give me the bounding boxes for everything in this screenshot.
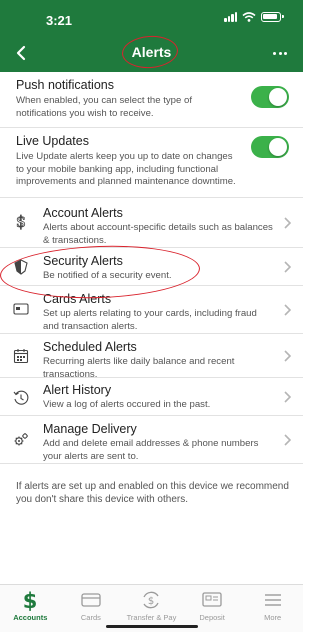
- chevron-right-icon: [284, 261, 291, 273]
- live-updates-row: Live Updates Live Update alerts keep you…: [0, 128, 303, 198]
- svg-text:$: $: [16, 212, 26, 230]
- nav-bar: Alerts: [0, 34, 303, 70]
- push-notifications-toggle[interactable]: [251, 86, 289, 108]
- tab-accounts[interactable]: $ Accounts: [0, 585, 61, 632]
- battery-icon: [261, 12, 284, 22]
- menu-item-manage-delivery[interactable]: Manage Delivery Add and delete email add…: [0, 416, 303, 464]
- chevron-right-icon: [284, 217, 291, 229]
- menu-item-title: Security Alerts: [43, 254, 123, 268]
- card-icon: [12, 300, 30, 318]
- tab-more[interactable]: More: [242, 585, 303, 632]
- signal-icon: [224, 12, 237, 22]
- svg-text:$: $: [148, 596, 154, 607]
- menu-item-desc: Set up alerts relating to your cards, in…: [43, 308, 257, 332]
- menu-item-alert-history[interactable]: Alert History View a log of alerts occur…: [0, 378, 303, 416]
- history-icon: [12, 389, 30, 407]
- status-icons: [224, 12, 284, 22]
- tab-label: Deposit: [199, 613, 225, 622]
- gears-icon: [12, 431, 30, 449]
- menu-item-title: Cards Alerts: [43, 292, 112, 306]
- calendar-icon: [12, 347, 30, 365]
- menu-item-scheduled-alerts[interactable]: Scheduled Alerts Recurring alerts like d…: [0, 334, 303, 380]
- chevron-right-icon: [284, 350, 291, 362]
- more-options-button[interactable]: [269, 42, 291, 64]
- menu-item-desc: Add and delete email addresses & phone n…: [43, 438, 259, 462]
- chevron-right-icon: [284, 304, 291, 316]
- app-header: 3:21 Alerts: [0, 0, 303, 72]
- menu-item-title: Manage Delivery: [43, 422, 137, 436]
- chevron-right-icon: [284, 391, 291, 403]
- live-updates-toggle[interactable]: [251, 136, 289, 158]
- menu-item-account-alerts[interactable]: $ Account Alerts Alerts about account-sp…: [0, 198, 303, 248]
- push-notifications-row: Push notifications When enabled, you can…: [0, 72, 303, 128]
- card-icon: [81, 589, 101, 611]
- tab-label: More: [264, 613, 282, 622]
- status-bar: 3:21: [0, 0, 303, 36]
- shield-icon: [12, 258, 30, 276]
- menu-item-security-alerts[interactable]: Security Alerts Be notified of a securit…: [0, 248, 303, 286]
- footer-note: If alerts are set up and enabled on this…: [16, 481, 289, 505]
- tab-label: Cards: [80, 613, 101, 622]
- home-indicator: [106, 625, 198, 628]
- dollar-icon: $: [22, 589, 38, 611]
- alerts-content: Push notifications When enabled, you can…: [0, 72, 303, 464]
- chevron-right-icon: [284, 434, 291, 446]
- menu-item-title: Scheduled Alerts: [43, 340, 137, 354]
- menu-item-title: Alert History: [43, 383, 112, 397]
- tab-label: Accounts: [13, 613, 48, 622]
- menu-item-desc: View a log of alerts occured in the past…: [43, 399, 211, 410]
- menu-item-desc: Be notified of a security event.: [43, 270, 172, 281]
- tab-label: Transfer & Pay: [126, 613, 177, 622]
- push-notifications-desc: When enabled, you can select the type of…: [16, 95, 192, 119]
- transfer-icon: $: [140, 589, 162, 611]
- menu-item-cards-alerts[interactable]: Cards Alerts Set up alerts relating to y…: [0, 286, 303, 334]
- wifi-icon: [242, 12, 256, 22]
- live-updates-title: Live Updates: [16, 134, 89, 148]
- push-notifications-title: Push notifications: [16, 78, 114, 92]
- status-time: 3:21: [46, 13, 73, 28]
- deposit-icon: [202, 589, 222, 611]
- menu-icon: [264, 589, 282, 611]
- svg-text:$: $: [23, 589, 38, 611]
- live-updates-desc: Live Update alerts keep you up to date o…: [16, 151, 236, 187]
- annotation-circle-title: [120, 34, 180, 70]
- menu-item-desc: Alerts about account-specific details su…: [43, 222, 273, 246]
- menu-item-title: Account Alerts: [43, 206, 123, 220]
- dollar-icon: $: [12, 212, 30, 230]
